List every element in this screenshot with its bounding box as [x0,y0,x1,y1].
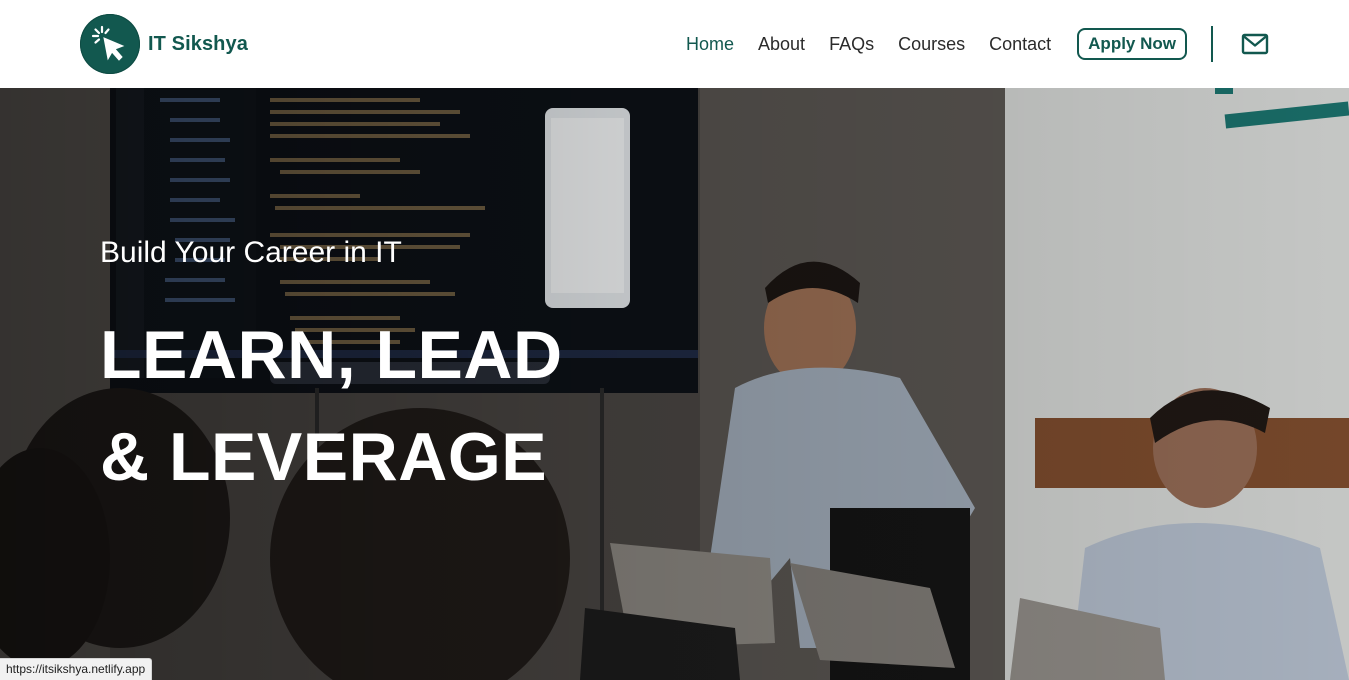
nav-courses[interactable]: Courses [898,34,965,55]
brand-link[interactable]: IT Sikshya [80,14,248,74]
brand-name: IT Sikshya [148,32,248,55]
mail-button[interactable] [1241,32,1269,56]
status-bar-url: https://itsikshya.netlify.app [0,658,153,680]
hero-section: Build Your Career in IT LEARN, LEAD & LE… [0,88,1349,680]
apply-now-button[interactable]: Apply Now [1077,28,1187,60]
cursor-click-icon [91,25,125,61]
nav-home[interactable]: Home [686,34,734,55]
nav-faqs[interactable]: FAQs [829,34,874,55]
site-header: IT Sikshya Home About FAQs Courses Conta… [0,0,1349,88]
hero-title-line1: LEARN, LEAD [100,317,563,393]
hero-title: LEARN, LEAD & LEVERAGE [100,304,563,508]
nav-contact[interactable]: Contact [989,34,1051,55]
nav-about[interactable]: About [758,34,805,55]
hero-content: Build Your Career in IT LEARN, LEAD & LE… [100,238,563,508]
nav-divider [1211,26,1213,62]
hero-subtitle: Build Your Career in IT [100,236,402,269]
hero-title-line2: & LEVERAGE [100,419,548,495]
logo [80,14,140,74]
main-nav: Home About FAQs Courses Contact Apply No… [686,28,1187,60]
mail-icon [1241,33,1269,55]
